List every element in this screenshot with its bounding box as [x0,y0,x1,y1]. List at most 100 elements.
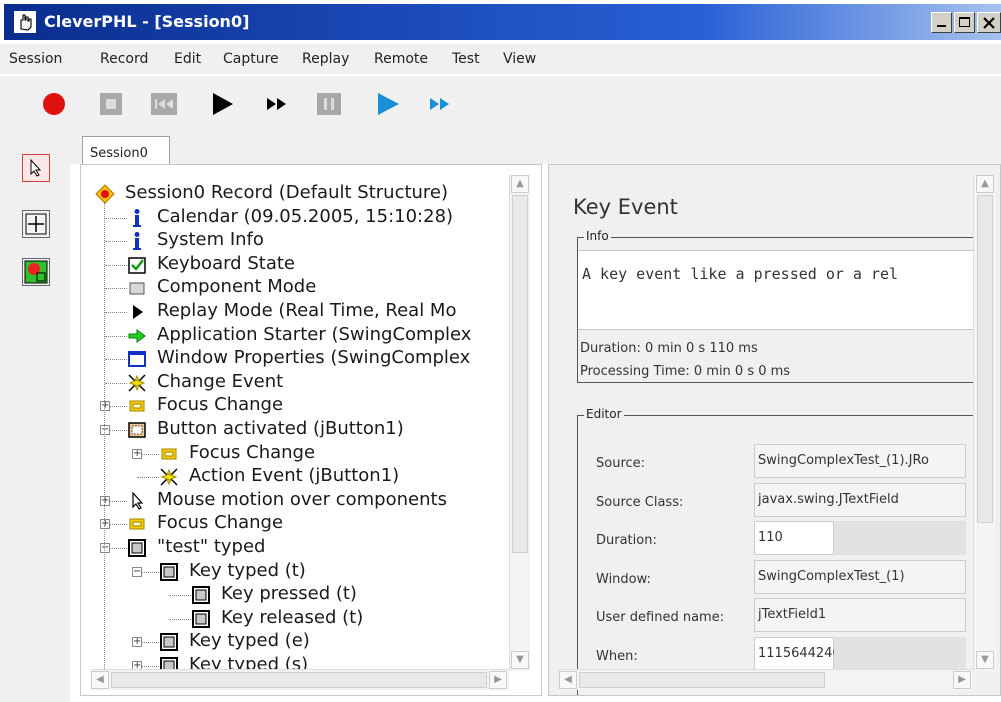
detail-scroll-right-arrow[interactable]: ▶ [953,671,971,689]
app-hand-icon [14,11,36,33]
field-filler [834,636,966,671]
mouse-pointer-icon [132,491,144,510]
tree-connector [105,264,127,266]
menu-test[interactable]: Test [452,51,480,67]
field-filler [834,521,966,555]
tree-connector [105,335,127,337]
editor-field-value[interactable]: SwingComplexTest_(1).JRo [754,444,966,478]
tree-connector [105,217,127,219]
tab-session0[interactable]: Session0 [82,136,170,166]
menu-session[interactable]: Session [9,51,62,67]
detail-vertical-scrollbar[interactable]: ▲ ▼ [973,175,996,671]
editor-field-value[interactable]: SwingComplexTest_(1) [754,559,966,594]
tree-connector [105,241,127,243]
collapse-toggle[interactable]: − [100,425,110,435]
tree-node-label: Window Properties (SwingComplex [157,347,471,369]
menu-capture[interactable]: Capture [223,51,279,67]
stop-button[interactable] [97,90,125,118]
menu-remote[interactable]: Remote [374,51,428,67]
detail-scroll-left-arrow[interactable]: ◀ [559,671,577,689]
pause-button[interactable] [315,90,343,118]
tree-node-label: Focus Change [157,394,284,416]
scroll-up-arrow[interactable]: ▲ [511,175,529,193]
add-tool-button[interactable] [22,210,50,238]
menu-view[interactable]: View [503,51,536,67]
info-group: Info A key event like a pressed or a rel… [577,229,974,383]
collapse-toggle[interactable]: − [100,543,110,553]
crosshair-icon [25,213,47,235]
rewind-button[interactable] [150,90,178,118]
component-tool-button[interactable] [22,258,50,286]
editor-field-value[interactable]: jTextField1 [754,598,966,632]
key-icon [192,586,210,605]
replay-fast-forward-button[interactable] [426,90,454,118]
menu-edit[interactable]: Edit [174,51,201,67]
key-icon [160,562,178,581]
key-icon [192,609,210,628]
duration-text: Duration: 0 min 0 s 110 ms [580,341,758,356]
editor-field-value[interactable]: 1115644240372 [754,636,866,671]
tree-connector [105,288,127,290]
tree-connector [137,477,159,479]
record-button[interactable] [40,90,68,118]
detail-horizontal-scrollbar[interactable]: ◀ ▶ [559,669,973,690]
scroll-left-arrow[interactable]: ◀ [91,671,109,689]
tree-guide-line [104,203,105,683]
tree-connector [105,382,127,384]
replay-play-button[interactable] [374,90,402,118]
fast-forward-button[interactable] [263,90,291,118]
green-arrow-icon [128,328,146,343]
maximize-icon [959,17,970,27]
tree-node-label: Keyboard State [157,252,295,274]
editor-field-label: When: [596,648,638,664]
close-icon [983,17,995,29]
play-button[interactable] [208,90,236,118]
expand-toggle[interactable]: + [100,495,110,506]
scroll-thumb[interactable] [512,195,528,553]
scroll-right-arrow[interactable]: ▶ [489,671,507,689]
minimize-button[interactable] [931,12,952,33]
scroll-down-arrow[interactable]: ▼ [511,651,529,669]
expand-toggle[interactable]: + [132,448,142,459]
expand-toggle[interactable]: + [100,401,110,412]
detail-scroll-thumb[interactable] [977,195,993,523]
tree-node-label: Focus Change [189,441,316,463]
button-icon [128,422,146,438]
maximize-button[interactable] [954,12,975,33]
expand-toggle[interactable]: + [100,519,110,530]
menu-record[interactable]: Record [100,51,148,67]
editor-field-value[interactable]: javax.swing.JTextField [754,482,966,517]
minimize-icon [937,25,946,27]
tree-node-label: Key released (t) [221,606,364,628]
tree-horizontal-scrollbar[interactable]: ◀ ▶ [91,669,509,690]
expand-toggle[interactable]: + [132,637,142,648]
tool-palette [0,130,70,702]
info-icon [133,208,141,227]
close-button[interactable] [977,12,1001,33]
detail-scroll-up-arrow[interactable]: ▲ [976,175,994,193]
select-tool-button[interactable] [22,154,50,182]
editor-field-label: Window: [596,571,651,587]
tree-node-label: Change Event [157,370,284,392]
detail-scroll-thumb-horizontal[interactable] [579,672,825,688]
info-icon [133,232,141,251]
editor-field-value[interactable]: 110 [754,521,834,555]
editor-field-label: Source: [596,456,646,471]
tree-node-label: System Info [157,229,264,251]
scroll-thumb-horizontal[interactable] [111,672,487,688]
tree-connector [105,312,127,313]
tree-node-label: Key pressed (t) [221,583,357,605]
window-title: CleverPHL - [Session0] [44,12,250,31]
detail-scroll-down-arrow[interactable]: ▼ [976,651,994,669]
tree-node-label: Calendar (09.05.2005, 15:10:28) [157,205,454,227]
event-description: A key event like a pressed or a rel [582,265,899,283]
title-bar: CleverPHL - [Session0] [4,4,1001,40]
toolbar [0,76,1001,130]
shapes-icon [24,260,48,284]
tree-node-label: Action Event (jButton1) [189,465,400,487]
tree-vertical-scrollbar[interactable]: ▲ ▼ [509,175,530,671]
tree-node-label: Session0 Record (Default Structure) [125,182,449,203]
collapse-toggle[interactable]: − [132,566,142,577]
menu-replay[interactable]: Replay [302,51,349,67]
focus-icon [129,518,145,530]
